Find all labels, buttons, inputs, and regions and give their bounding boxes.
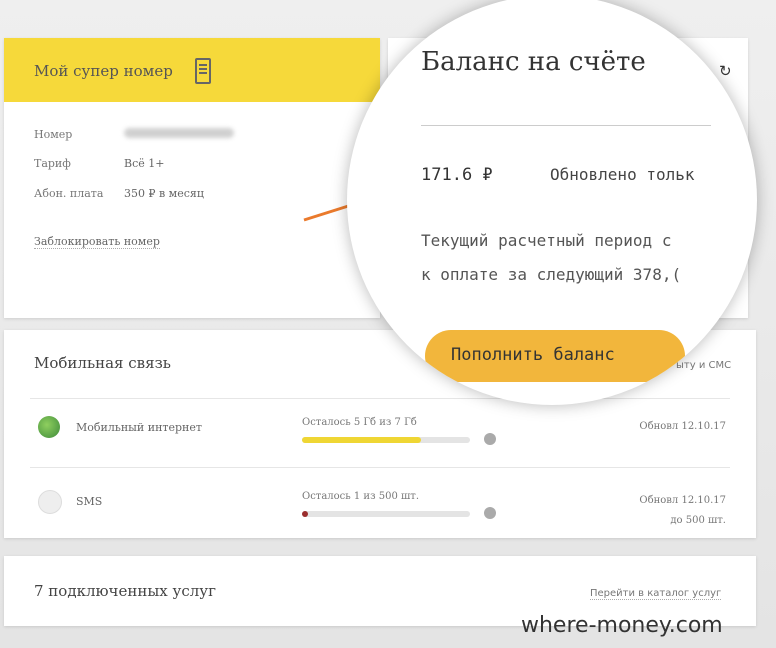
progress-bar [302,511,470,517]
block-number-link[interactable]: Заблокировать номер [34,235,160,249]
info-icon[interactable] [484,507,496,519]
progress-fill [302,511,308,517]
service-name: SMS [76,495,103,508]
account-card-header: Мой супер номер [4,38,380,102]
globe-icon [38,416,60,438]
tariff-value: Всё 1+ [124,157,165,170]
services-title: 7 подключенных услуг [34,582,216,600]
page: Мой супер номер Номер Тариф Всё 1+ Абон.… [0,0,776,648]
phone-icon [195,58,211,84]
progress-fill [302,437,422,443]
fee-row: Абон. плата 350 ₽ в месяц [34,187,204,200]
updated-date: Обновл 12.10.17 [639,421,726,432]
service-updated: Обновл 12.10.17 до 500 шт. [639,491,726,531]
divider [421,125,711,126]
period-line-2: к оплате за следующий 378,( [421,265,682,284]
catalog-link[interactable]: Перейти в каталог услуг [590,588,722,600]
account-card: Мой супер номер Номер Тариф Всё 1+ Абон.… [4,38,380,318]
balance-amount: 171.6 ₽ [421,165,493,185]
balance-title: Баланс на счёте [421,47,646,77]
info-icon[interactable] [484,433,496,445]
refresh-icon[interactable]: ↻ [719,62,732,80]
balance-updated: Обновлено тольк [550,165,695,184]
tariff-label: Тариф [34,157,71,170]
updated-limit: до 500 шт. [670,515,726,526]
number-label: Номер [34,128,73,141]
service-updated: Обновл 12.10.17 [639,417,726,437]
service-remaining: Осталось 1 из 500 шт. [302,491,420,502]
progress-bar [302,437,470,443]
period-line-1: Текущий расчетный период с [421,231,672,250]
number-value-blurred [124,128,234,141]
updated-date: Обновл 12.10.17 [639,495,726,506]
service-remaining: Осталось 5 Гб из 7 Гб [302,417,417,428]
topup-button[interactable]: Пополнить баланс [425,330,685,382]
topup-button-label: Пополнить баланс [451,345,615,365]
number-row: Номер [34,128,234,141]
fee-value: 350 ₽ в месяц [124,187,204,200]
account-title: Мой супер номер [34,62,173,80]
magnifier-lens: Баланс на счёте 171.6 ₽ Обновлено тольк … [347,0,757,405]
sms-dots-icon [38,490,62,514]
tariff-row: Тариф Всё 1+ [34,157,164,170]
fee-label: Абон. плата [34,187,104,200]
divider [30,398,730,399]
watermark: where-money.com [521,613,723,638]
mobile-title: Мобильная связь [34,354,171,372]
divider [30,467,730,468]
service-row-sms[interactable]: SMS Осталось 1 из 500 шт. Обновл 12.10.1… [34,490,734,550]
service-name: Мобильный интернет [76,421,202,434]
